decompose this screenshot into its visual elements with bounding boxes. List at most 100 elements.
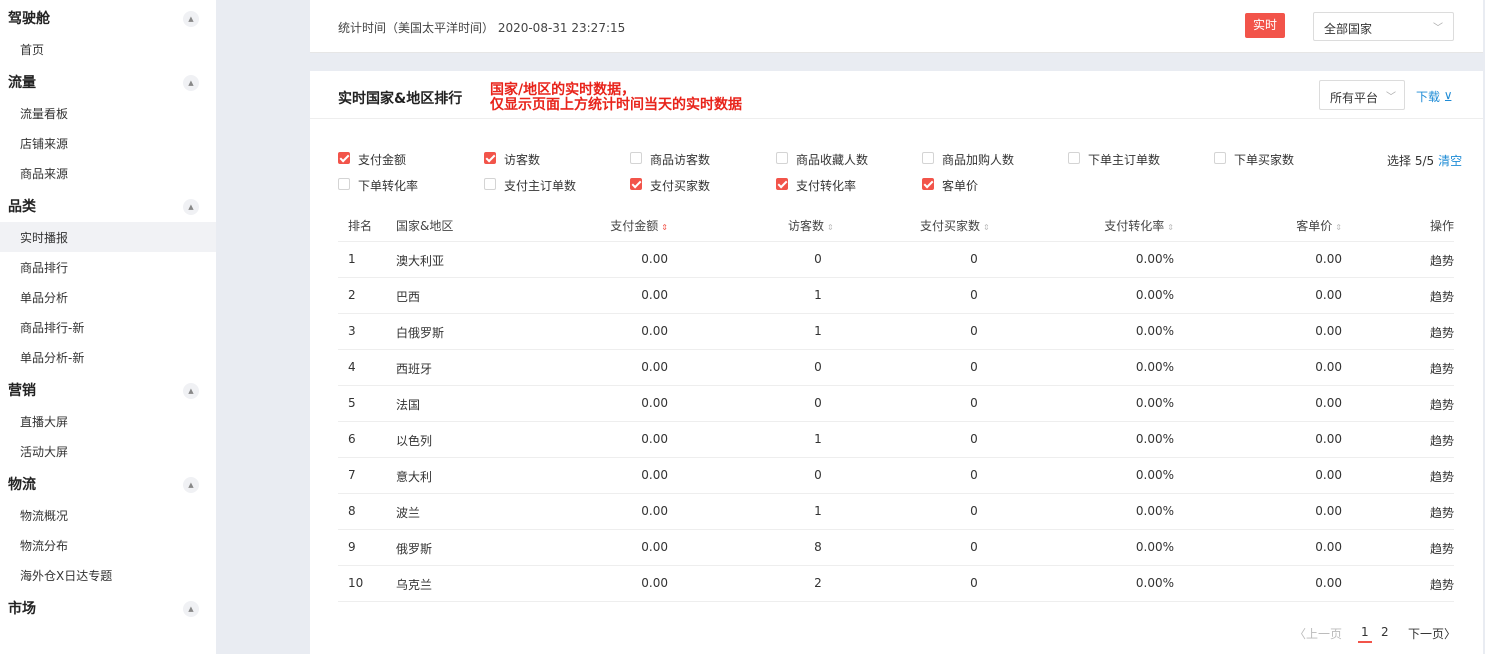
trend-link[interactable]: 趋势 <box>1430 432 1454 449</box>
realtime-button[interactable]: 实时 <box>1245 13 1285 38</box>
sidebar-item[interactable]: 商品排行 <box>0 252 216 282</box>
panel-title: 实时国家&地区排行 <box>338 91 463 107</box>
trend-link[interactable]: 趋势 <box>1430 504 1454 521</box>
checkbox-icon[interactable] <box>1214 152 1226 164</box>
checkbox-icon[interactable] <box>1068 152 1080 164</box>
sidebar-group[interactable]: 市场 ▲ <box>0 590 216 624</box>
page-1-button[interactable]: 1 <box>1358 625 1372 643</box>
collapse-icon[interactable]: ▲ <box>183 477 199 493</box>
table-row: 7 意大利 0.00 0 0 0.00% 0.00 趋势 <box>338 458 1454 494</box>
sidebar-item[interactable]: 流量看板 <box>0 98 216 128</box>
cell-avg-price: 0.00 <box>1315 468 1342 482</box>
cell-pay-amount: 0.00 <box>641 576 668 590</box>
trend-link[interactable]: 趋势 <box>1430 360 1454 377</box>
sidebar-item-label: 物流分布 <box>20 539 69 553</box>
table-row: 2 巴西 0.00 1 0 0.00% 0.00 趋势 <box>338 278 1454 314</box>
cell-avg-price: 0.00 <box>1315 504 1342 518</box>
checkbox-icon[interactable] <box>630 178 642 190</box>
cell-rank: 1 <box>348 252 356 266</box>
page-2-button[interactable]: 2 <box>1381 625 1389 639</box>
collapse-icon[interactable]: ▲ <box>183 199 199 215</box>
table-header-row: 排名 国家&地区 支付金额 ⇕ 访客数 ⇕ 支付买家数 ⇕ 支付转化率 ⇕ 客单价 ⇕ 操… <box>338 207 1454 242</box>
collapse-icon[interactable]: ▲ <box>183 75 199 91</box>
cell-rank: 4 <box>348 360 356 374</box>
trend-link[interactable]: 趋势 <box>1430 468 1454 485</box>
sidebar: 驾驶舱 ▲ 首页流量 ▲ 流量看板 店铺来源 商品来源 品类 ▲ 实时播报 商品排行单品分析商品排行… <box>0 0 216 654</box>
cell-pay-amount: 0.00 <box>641 324 668 338</box>
next-page-button[interactable]: 下一页〉 <box>1408 625 1456 642</box>
trend-link[interactable]: 趋势 <box>1430 288 1454 305</box>
checkbox-icon[interactable] <box>484 178 496 190</box>
trend-link[interactable]: 趋势 <box>1430 396 1454 413</box>
cell-buyers: 0 <box>970 360 978 374</box>
sidebar-item[interactable]: 商品来源 <box>0 158 216 188</box>
collapse-icon[interactable]: ▲ <box>183 383 199 399</box>
header-rank: 排名 <box>348 219 373 233</box>
sidebar-group[interactable]: 流量 ▲ <box>0 64 216 98</box>
cell-conversion: 0.00% <box>1135 324 1174 338</box>
checkbox-icon[interactable] <box>484 152 496 164</box>
sidebar-item[interactable]: 活动大屏 <box>0 436 216 466</box>
sidebar-item-label: 单品分析 <box>20 291 69 305</box>
sidebar-item[interactable]: 物流分布 <box>0 530 216 560</box>
checkbox-icon[interactable] <box>338 178 350 190</box>
sort-icon: ⇕ <box>827 223 834 232</box>
cell-buyers: 0 <box>970 396 978 410</box>
country-select[interactable]: 全部国家 ﹀ <box>1313 12 1454 41</box>
cell-visitors: 1 <box>814 288 822 302</box>
sidebar-group-label: 流量 <box>8 75 36 91</box>
checkbox-icon[interactable] <box>630 152 642 164</box>
sidebar-item[interactable]: 海外仓X日达专题 <box>0 560 216 590</box>
platform-select[interactable]: 所有平台 ﹀ <box>1319 80 1405 110</box>
checkbox-icon[interactable] <box>776 178 788 190</box>
trend-link[interactable]: 趋势 <box>1430 252 1454 269</box>
cell-pay-amount: 0.00 <box>641 360 668 374</box>
download-button[interactable]: 下载 ⊻ <box>1416 88 1453 105</box>
sidebar-item[interactable]: 单品分析-新 <box>0 342 216 372</box>
cell-rank: 10 <box>348 576 364 590</box>
sidebar-group[interactable]: 品类 ▲ <box>0 188 216 222</box>
collapse-icon[interactable]: ▲ <box>183 601 199 617</box>
cell-visitors: 0 <box>814 396 822 410</box>
sidebar-item[interactable]: 单品分析 <box>0 282 216 312</box>
header-conversion[interactable]: 支付转化率 ⇕ <box>1104 217 1174 234</box>
trend-link[interactable]: 趋势 <box>1430 540 1454 557</box>
sidebar-group[interactable]: 驾驶舱 ▲ <box>0 0 216 34</box>
cell-visitors: 0 <box>814 252 822 266</box>
cell-avg-price: 0.00 <box>1315 324 1342 338</box>
header-avg-price[interactable]: 客单价 ⇕ <box>1296 217 1342 234</box>
clear-button[interactable]: 清空 <box>1438 154 1462 168</box>
cell-country: 澳大利亚 <box>396 254 445 268</box>
sort-icon: ⇕ <box>983 223 990 232</box>
header-pay-amount[interactable]: 支付金额 ⇕ <box>610 217 668 234</box>
sidebar-item[interactable]: 店铺来源 <box>0 128 216 158</box>
cell-rank: 5 <box>348 396 356 410</box>
stats-header: 统计时间（美国太平洋时间） 2020-08-31 23:27:15 实时 全部国… <box>310 0 1483 53</box>
sidebar-item[interactable]: 直播大屏 <box>0 406 216 436</box>
cell-country: 波兰 <box>396 506 421 520</box>
cell-buyers: 0 <box>970 540 978 554</box>
sidebar-item[interactable]: 实时播报 <box>0 222 216 252</box>
checkbox-icon[interactable] <box>776 152 788 164</box>
checkbox-icon[interactable] <box>922 152 934 164</box>
cell-conversion: 0.00% <box>1135 288 1174 302</box>
sidebar-item[interactable]: 商品排行-新 <box>0 312 216 342</box>
table-row: 5 法国 0.00 0 0 0.00% 0.00 趋势 <box>338 386 1454 422</box>
checkbox-icon[interactable] <box>338 152 350 164</box>
sidebar-item[interactable]: 首页 <box>0 34 216 64</box>
platform-select-value: 所有平台 <box>1330 91 1379 105</box>
sidebar-group[interactable]: 物流 ▲ <box>0 466 216 500</box>
prev-page-button[interactable]: 〈上一页 <box>1294 625 1342 642</box>
table-row: 1 澳大利亚 0.00 0 0 0.00% 0.00 趋势 <box>338 242 1454 278</box>
sidebar-item[interactable]: 物流概况 <box>0 500 216 530</box>
cell-country: 意大利 <box>396 470 433 484</box>
collapse-icon[interactable]: ▲ <box>183 11 199 27</box>
trend-link[interactable]: 趋势 <box>1430 576 1454 593</box>
annotation-note: 国家/地区的实时数据， 仅显示页面上方统计时间当天的实时数据 <box>490 83 742 113</box>
cell-avg-price: 0.00 <box>1315 576 1342 590</box>
header-visitors[interactable]: 访客数 ⇕ <box>788 217 858 234</box>
sidebar-group[interactable]: 营销 ▲ <box>0 372 216 406</box>
checkbox-icon[interactable] <box>922 178 934 190</box>
header-buyers[interactable]: 支付买家数 ⇕ <box>920 217 1010 234</box>
trend-link[interactable]: 趋势 <box>1430 324 1454 341</box>
